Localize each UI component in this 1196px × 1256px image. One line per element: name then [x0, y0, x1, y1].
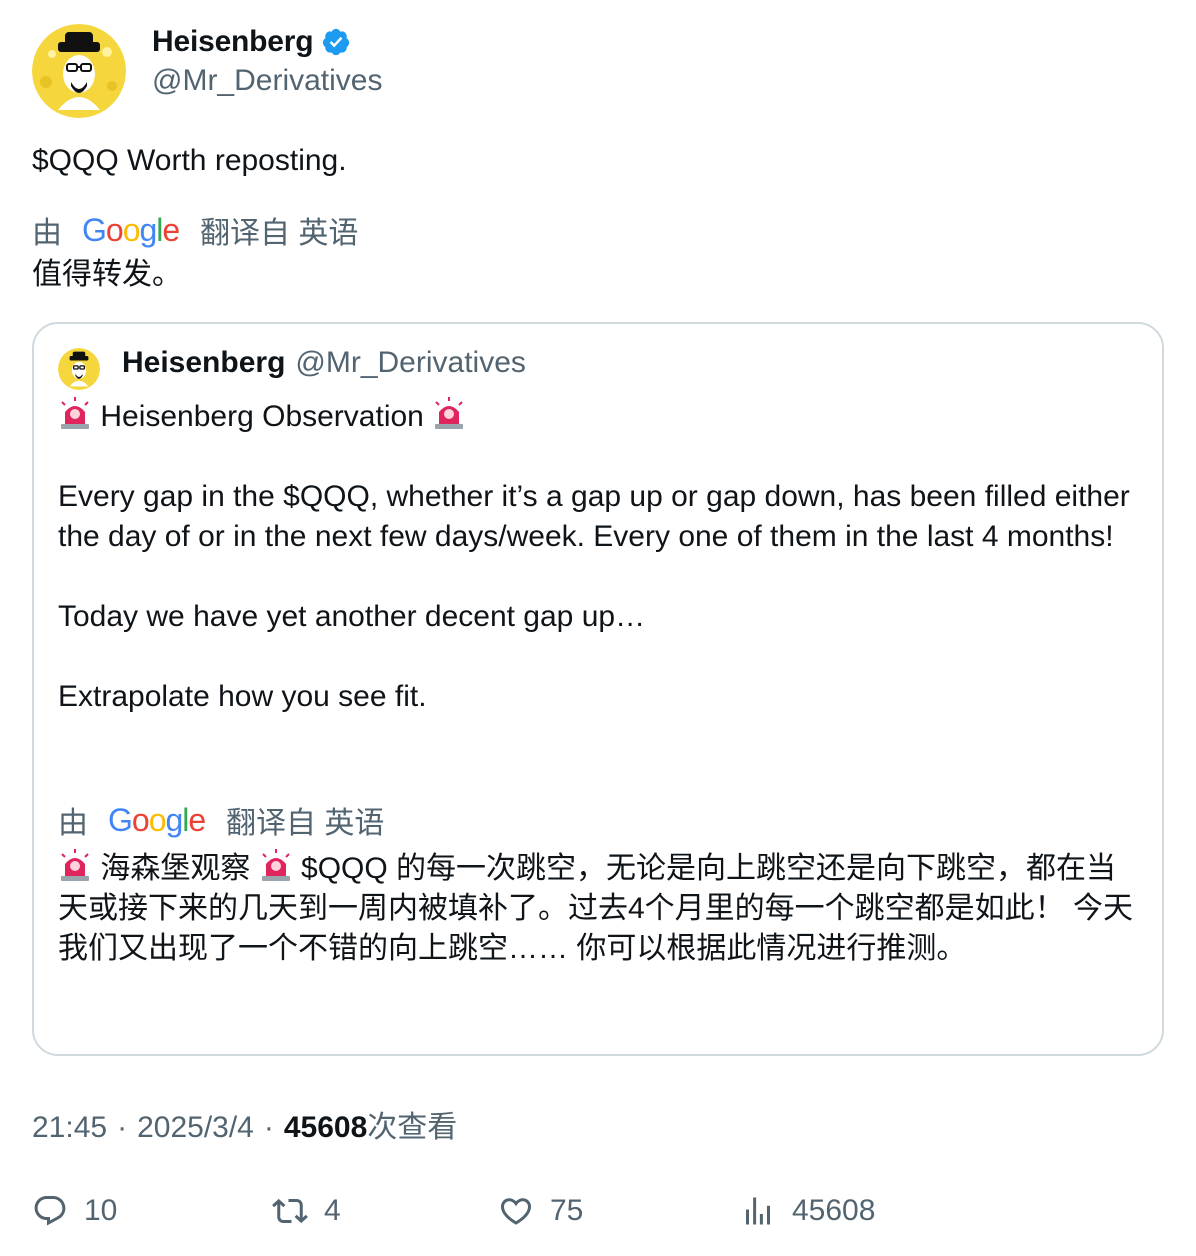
tweet-meta: 21:45 · 2025/3/4 · 45608 次查看: [32, 1102, 457, 1146]
quoted-paragraph-1: Every gap in the $QQQ, whether it’s a ga…: [58, 480, 1130, 553]
author-avatar[interactable]: [32, 24, 126, 118]
translation-suffix: 翻译自 英语: [200, 217, 359, 250]
tweet-time[interactable]: 21:45: [32, 1111, 107, 1145]
quoted-handle[interactable]: @Mr_Derivatives: [295, 346, 526, 380]
quoted-tweet-body: Heisenberg Observation Every gap in the …: [58, 396, 1138, 717]
quoted-paragraph-3: Extrapolate how you see fit.: [58, 680, 427, 713]
views-count: 45608: [283, 1111, 368, 1144]
views-button[interactable]: 45608: [740, 1186, 875, 1236]
google-logo: Google: [82, 212, 180, 248]
meta-separator: ·: [263, 1111, 274, 1144]
translation-attribution: 由 Google 翻译自 英语: [32, 208, 358, 252]
repost-count: 4: [324, 1194, 341, 1227]
reply-button[interactable]: 10: [32, 1186, 117, 1236]
heart-icon: [500, 1198, 532, 1225]
reply-count: 10: [84, 1194, 118, 1227]
svg-text:Google: Google: [108, 802, 205, 838]
quoted-paragraph-2: Today we have yet another decent gap up…: [58, 600, 646, 633]
siren-icon: [432, 396, 466, 430]
views-label: 次查看: [367, 1111, 458, 1144]
quoted-translated-title: 海森堡观察: [100, 852, 251, 885]
quoted-translation-attribution: 由 Google 翻译自 英语: [58, 798, 384, 842]
quoted-author-avatar[interactable]: [58, 348, 100, 390]
translation-prefix: 由: [32, 217, 62, 250]
svg-text:Google: Google: [82, 212, 179, 248]
quoted-translated-text: 海森堡观察 $QQQ 的每一次跳空，无论是向上跳空还是向下跳空，都在当天或接下来…: [58, 848, 1138, 969]
google-logo-icon: Google: [82, 212, 180, 248]
repost-icon: [272, 1198, 308, 1224]
tweet-date[interactable]: 2025/3/4: [137, 1111, 254, 1145]
tweet-text: $QQQ Worth reposting.: [32, 144, 347, 177]
quoted-title-line: Heisenberg Observation: [58, 396, 1138, 437]
views-action-count: 45608: [792, 1194, 876, 1227]
quoted-title-text: Heisenberg Observation: [100, 400, 424, 433]
like-count: 75: [550, 1194, 584, 1227]
verified-badge-icon[interactable]: [321, 27, 351, 57]
quoted-tweet-card[interactable]: Heisenberg @Mr_Derivatives Heisenberg Ob…: [32, 322, 1164, 1056]
google-logo-icon: Google: [108, 802, 206, 838]
tweet-header: Heisenberg @Mr_Derivatives: [32, 24, 1162, 120]
author-display-name[interactable]: Heisenberg: [152, 25, 314, 59]
google-logo: Google: [108, 802, 206, 838]
meta-separator: ·: [117, 1111, 128, 1144]
author-handle[interactable]: @Mr_Derivatives: [152, 64, 383, 98]
quoted-display-name[interactable]: Heisenberg: [122, 346, 285, 380]
translation-prefix: 由: [58, 807, 88, 840]
siren-icon: [58, 396, 92, 430]
siren-icon: [259, 848, 293, 882]
analytics-icon: [746, 1197, 770, 1225]
quoted-author-row: Heisenberg @Mr_Derivatives: [122, 346, 526, 380]
reply-icon: [34, 1196, 66, 1226]
repost-button[interactable]: 4: [272, 1186, 341, 1236]
like-button[interactable]: 75: [498, 1186, 583, 1236]
translated-text: 值得转发。: [32, 258, 182, 291]
author-name-row: Heisenberg: [152, 24, 351, 60]
tweet-actions-bar: 10 4 75 45608: [32, 1186, 1162, 1236]
translation-suffix: 翻译自 英语: [226, 807, 385, 840]
siren-icon: [58, 848, 92, 882]
